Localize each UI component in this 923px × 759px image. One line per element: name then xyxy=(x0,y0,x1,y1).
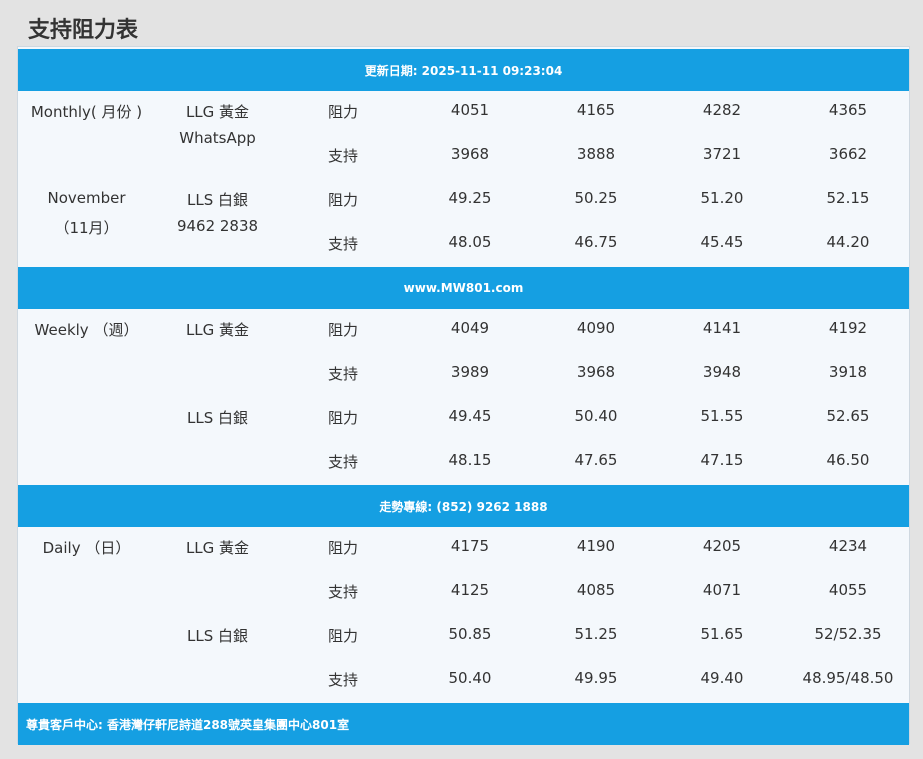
level-value: 4192 xyxy=(828,319,868,337)
level-value: 49.40 xyxy=(700,669,744,687)
level-value: 3662 xyxy=(828,145,868,163)
level-value: 52.65 xyxy=(826,407,870,425)
update-date-banner: 更新日期: 2025-11-11 09:23:04 xyxy=(18,49,909,91)
level-value: 48.15 xyxy=(448,451,492,469)
period-label: Weekly （週） xyxy=(34,321,139,339)
level-value: 3968 xyxy=(450,145,490,163)
product-label: 9462 2838 xyxy=(176,217,259,235)
level-type-label: 阻力 xyxy=(328,539,359,557)
level-value: 49.45 xyxy=(448,407,492,425)
level-type-label: 支持 xyxy=(328,453,359,471)
level-value: 4085 xyxy=(576,581,616,599)
level-value: 47.15 xyxy=(700,451,744,469)
level-type-label: 阻力 xyxy=(328,409,359,427)
level-value: 4090 xyxy=(576,319,616,337)
level-value: 4190 xyxy=(576,537,616,555)
level-value: 52/52.35 xyxy=(814,625,882,643)
level-value: 44.20 xyxy=(826,233,870,251)
support-resistance-table: 更新日期: 2025-11-11 09:23:04 Monthly( 月份 ) N… xyxy=(17,46,910,745)
level-value: 47.65 xyxy=(574,451,618,469)
period-label: Daily （日） xyxy=(42,539,131,557)
level-value: 3968 xyxy=(576,363,616,381)
product-label: LLG 黃金 xyxy=(185,321,250,339)
level-value: 3989 xyxy=(450,363,490,381)
level-type-label: 支持 xyxy=(328,583,359,601)
product-label: LLG 黃金 xyxy=(185,539,250,557)
level-type-label: 支持 xyxy=(328,671,359,689)
level-value: 50.25 xyxy=(574,189,618,207)
website-banner: www.MW801.com xyxy=(18,267,909,309)
level-value: 46.50 xyxy=(826,451,870,469)
level-type-label: 阻力 xyxy=(328,627,359,645)
product-label: WhatsApp xyxy=(179,129,256,147)
level-value: 4125 xyxy=(450,581,490,599)
section-daily: Daily （日） LLG 黃金 LLS 白銀 阻力 4175 4190 4205 4234 支… xyxy=(18,527,909,703)
level-value: 4071 xyxy=(702,581,742,599)
level-value: 48.05 xyxy=(448,233,492,251)
level-value: 4055 xyxy=(828,581,868,599)
period-label: November xyxy=(47,189,126,207)
level-value: 50.85 xyxy=(448,625,492,643)
level-value: 4365 xyxy=(828,101,868,119)
period-label: Monthly( 月份 ) xyxy=(30,103,143,121)
level-value: 4141 xyxy=(702,319,742,337)
level-value: 4165 xyxy=(576,101,616,119)
level-value: 49.95 xyxy=(574,669,618,687)
level-type-label: 阻力 xyxy=(328,103,359,121)
product-label: LLS 白銀 xyxy=(186,627,248,645)
level-value: 3948 xyxy=(702,363,742,381)
level-value: 4049 xyxy=(450,319,490,337)
level-type-label: 支持 xyxy=(328,235,359,253)
level-value: 3888 xyxy=(576,145,616,163)
section-weekly: Weekly （週） LLG 黃金 LLS 白銀 阻力 4049 4090 4141 4192… xyxy=(18,309,909,485)
level-value: 51.20 xyxy=(700,189,744,207)
level-type-label: 阻力 xyxy=(328,191,359,209)
product-label: LLS 白銀 xyxy=(186,191,248,209)
level-value: 4205 xyxy=(702,537,742,555)
level-value: 50.40 xyxy=(574,407,618,425)
level-value: 46.75 xyxy=(574,233,618,251)
level-value: 4282 xyxy=(702,101,742,119)
address-banner: 尊貴客戶中心: 香港灣仔軒尼詩道288號英皇集團中心801室 xyxy=(18,703,909,745)
level-value: 4051 xyxy=(450,101,490,119)
period-label: （11月） xyxy=(54,219,119,237)
level-value: 51.65 xyxy=(700,625,744,643)
section-monthly: Monthly( 月份 ) November （11月） LLG 黃金 WhatsApp… xyxy=(18,91,909,267)
level-type-label: 支持 xyxy=(328,147,359,165)
level-type-label: 阻力 xyxy=(328,321,359,339)
page-title: 支持阻力表 xyxy=(28,18,139,43)
level-value: 4175 xyxy=(450,537,490,555)
level-value: 49.25 xyxy=(448,189,492,207)
level-value: 3918 xyxy=(828,363,868,381)
level-value: 51.25 xyxy=(574,625,618,643)
level-value: 48.95/48.50 xyxy=(802,669,894,687)
level-value: 51.55 xyxy=(700,407,744,425)
product-label: LLS 白銀 xyxy=(186,409,248,427)
level-value: 50.40 xyxy=(448,669,492,687)
hotline-banner: 走勢專線: (852) 9262 1888 xyxy=(18,485,909,527)
level-value: 3721 xyxy=(702,145,742,163)
level-type-label: 支持 xyxy=(328,365,359,383)
product-label: LLG 黃金 xyxy=(185,103,250,121)
level-value: 4234 xyxy=(828,537,868,555)
level-value: 52.15 xyxy=(826,189,870,207)
level-value: 45.45 xyxy=(700,233,744,251)
